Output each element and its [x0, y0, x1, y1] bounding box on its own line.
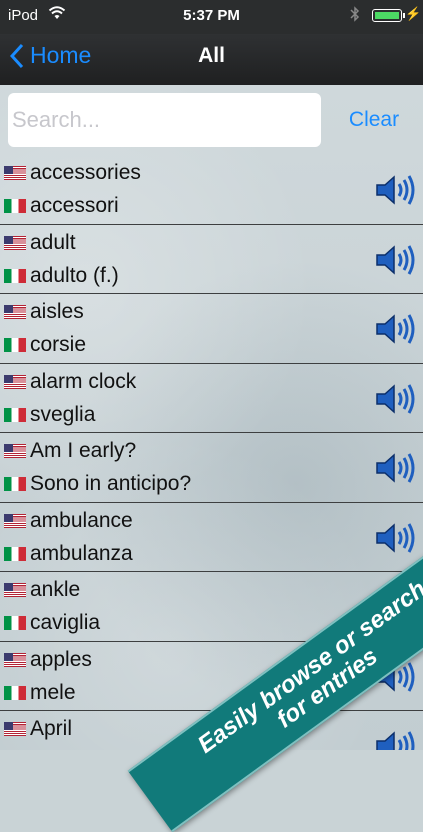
italian-text: corsie [30, 333, 87, 356]
english-text: Am I early? [30, 439, 137, 462]
italian-line: Sono in anticipo? [4, 472, 191, 496]
english-line: apples [4, 648, 92, 672]
italian-line: caviglia [4, 611, 100, 635]
speaker-icon[interactable] [374, 383, 418, 415]
table-row[interactable]: Am I early? Sono in anticipo? [0, 433, 423, 503]
us-flag-icon [4, 652, 26, 667]
english-text: apples [30, 647, 92, 671]
english-line: April [4, 717, 72, 741]
us-flag-icon [4, 235, 26, 250]
italian-text: accessori [30, 194, 119, 217]
italy-flag-icon [4, 546, 26, 561]
english-text: April [30, 717, 73, 740]
table-row[interactable]: alarm clock sveglia [0, 364, 423, 433]
english-text: alarm clock [30, 369, 137, 393]
italian-text: adulto (f.) [30, 263, 119, 287]
table-row[interactable]: adult adulto (f.) [0, 225, 423, 294]
italy-flag-icon [4, 616, 26, 630]
us-flag-icon [4, 583, 26, 597]
table-row[interactable]: ambulance ambulanza [0, 503, 423, 572]
italy-flag-icon [4, 685, 26, 700]
english-line: accessories [4, 161, 141, 185]
speaker-icon[interactable] [374, 174, 418, 206]
italian-line: ambulanza [4, 542, 133, 566]
us-flag-icon [4, 444, 26, 458]
italian-line: mele [4, 681, 76, 705]
italian-text: Sono in anticipo? [30, 472, 192, 495]
speaker-icon[interactable] [374, 313, 418, 345]
english-line: alarm clock [4, 370, 136, 394]
speaker-icon[interactable] [374, 244, 418, 276]
italian-line: corsie [4, 333, 86, 357]
us-flag-icon [4, 305, 26, 319]
english-text: adult [30, 230, 76, 254]
english-line: ankle [4, 578, 80, 602]
english-text: aisles [30, 300, 84, 323]
italy-flag-icon [4, 338, 26, 352]
bluetooth-icon [350, 6, 360, 26]
italian-line: adulto (f.) [4, 264, 119, 288]
italy-flag-icon [4, 199, 26, 213]
english-text: ambulance [30, 508, 133, 532]
english-text: ankle [30, 578, 81, 601]
us-flag-icon [4, 374, 26, 389]
italy-flag-icon [4, 268, 26, 283]
status-bar: iPod 5:37 PM ⚡ [0, 0, 423, 34]
italian-text: ambulanza [30, 541, 133, 565]
italian-text: caviglia [30, 611, 101, 634]
battery-icon [372, 9, 405, 22]
italian-line: accessori [4, 194, 119, 218]
page-title: All [198, 44, 225, 67]
english-line: Am I early? [4, 439, 136, 463]
speaker-icon[interactable] [374, 452, 418, 484]
english-line: ambulance [4, 509, 133, 533]
speaker-icon[interactable] [374, 522, 418, 554]
clear-button[interactable]: Clear [334, 103, 414, 137]
italian-text: mele [30, 680, 76, 704]
english-text: accessories [30, 161, 141, 184]
english-line: adult [4, 231, 76, 255]
table-row[interactable]: accessories accessori [0, 155, 423, 225]
italian-text: sveglia [30, 402, 96, 426]
us-flag-icon [4, 166, 26, 180]
italy-flag-icon [4, 407, 26, 422]
table-row[interactable]: aisles corsie [0, 294, 423, 364]
italian-line: sveglia [4, 403, 95, 427]
search-input[interactable] [8, 93, 321, 147]
us-flag-icon [4, 513, 26, 528]
us-flag-icon [4, 722, 26, 736]
english-line: aisles [4, 300, 84, 324]
navigation-bar: Home All [0, 34, 423, 85]
charging-bolt-icon: ⚡ [405, 6, 422, 21]
search-row: Clear [0, 85, 423, 153]
italy-flag-icon [4, 477, 26, 491]
speaker-icon[interactable] [374, 730, 418, 750]
